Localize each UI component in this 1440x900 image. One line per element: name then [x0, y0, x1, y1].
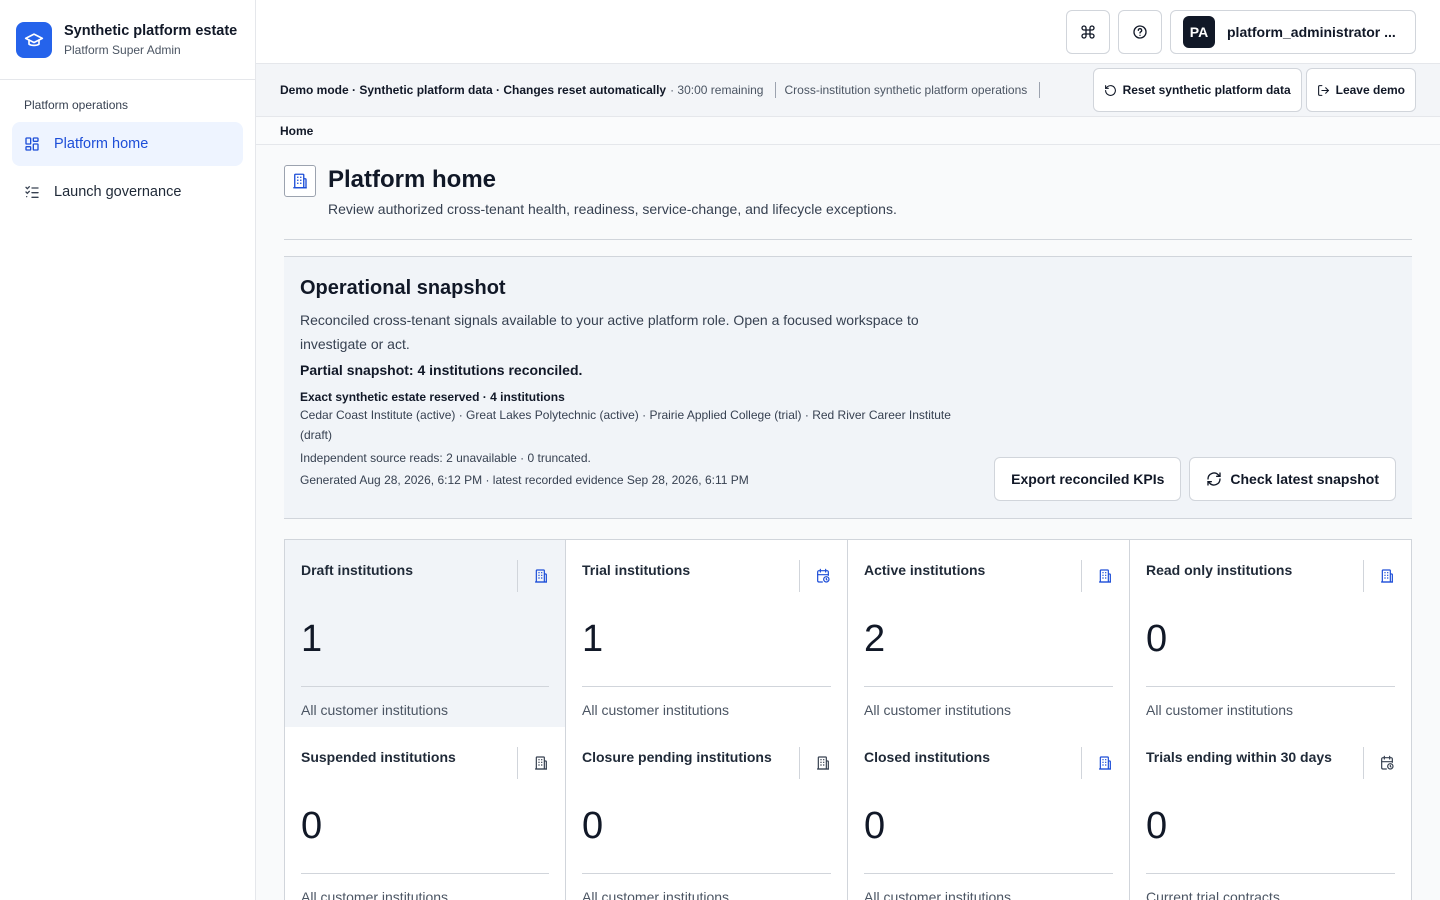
kpi-grid: Draft institutions 1 All customer instit… — [284, 539, 1412, 900]
kpi-value: 1 — [582, 618, 604, 660]
help-button[interactable] — [1118, 9, 1162, 54]
divider — [582, 873, 831, 874]
kpi-card[interactable]: Draft institutions 1 All customer instit… — [284, 540, 566, 727]
calendar-clock-icon — [799, 560, 831, 592]
refresh-icon — [1207, 472, 1222, 486]
kpi-value: 0 — [864, 805, 886, 847]
command-palette-button[interactable] — [1066, 9, 1110, 54]
kpi-value: 0 — [1146, 618, 1168, 660]
page-header: Platform home Review authorized cross-te… — [284, 145, 1412, 240]
kpi-scope: All customer institutions — [301, 889, 449, 900]
leave-label: Leave demo — [1335, 83, 1405, 97]
building-icon — [517, 747, 549, 779]
sidebar: Synthetic platform estate Platform Super… — [0, 0, 256, 900]
kpi-card[interactable]: Closure pending institutions 0 All custo… — [566, 727, 848, 900]
user-menu-button[interactable]: PA platform_administrator ... — [1170, 9, 1416, 54]
building-icon — [799, 747, 831, 779]
logout-icon — [1317, 84, 1329, 96]
page-subtitle: Review authorized cross-tenant health, r… — [328, 201, 897, 217]
page-title: Platform home — [328, 166, 497, 193]
divider — [775, 82, 777, 98]
building-icon — [284, 165, 316, 197]
kpi-value: 0 — [1146, 805, 1168, 847]
building-icon — [1081, 560, 1113, 592]
kpi-label: Trials ending within 30 days — [1146, 749, 1332, 765]
building-icon — [517, 560, 549, 592]
kpi-card[interactable]: Read only institutions 0 All customer in… — [1130, 540, 1412, 727]
avatar: PA — [1183, 15, 1215, 48]
kpi-label: Draft institutions — [301, 562, 413, 578]
breadcrumb: Home — [256, 117, 1440, 145]
reset-synthetic-data-button[interactable]: Reset synthetic platform data — [1092, 68, 1302, 112]
divider — [1039, 82, 1041, 98]
kpi-value: 2 — [864, 618, 886, 660]
kpi-card[interactable]: Active institutions 2 All customer insti… — [848, 540, 1130, 727]
kpi-label: Trial institutions — [582, 562, 691, 578]
main-content: Platform home Review authorized cross-te… — [256, 145, 1440, 900]
kpi-card[interactable]: Trial institutions 1 All customer instit… — [566, 540, 848, 727]
nav-section-label: Platform operations — [24, 98, 129, 112]
export-label: Export reconciled KPIs — [1011, 471, 1165, 487]
export-kpis-button[interactable]: Export reconciled KPIs — [994, 457, 1182, 501]
dashboard-grid-icon — [25, 137, 39, 151]
brand-header[interactable]: Synthetic platform estate Platform Super… — [0, 0, 255, 80]
divider — [301, 873, 549, 874]
help-circle-icon — [1133, 24, 1147, 39]
demo-remaining: · 30:00 remaining — [670, 83, 764, 97]
snapshot-exact-estate: Exact synthetic estate reserved · 4 inst… — [300, 390, 565, 404]
kpi-scope: All customer institutions — [864, 889, 1012, 900]
kpi-label: Closure pending institutions — [582, 749, 772, 765]
brand-title: Synthetic platform estate — [64, 23, 238, 39]
snapshot-partial-status: Partial snapshot: 4 institutions reconci… — [300, 362, 583, 378]
divider — [1146, 686, 1395, 687]
user-name: platform_administrator ... — [1227, 23, 1396, 40]
kpi-label: Suspended institutions — [301, 749, 456, 765]
kpi-card[interactable]: Suspended institutions 0 All customer in… — [284, 727, 566, 900]
sidebar-item-label: Platform home — [54, 136, 149, 152]
divider — [1146, 873, 1395, 874]
demo-scope: Cross-institution synthetic platform ope… — [784, 83, 1028, 97]
graduation-cap-icon — [16, 21, 52, 58]
kpi-value: 0 — [301, 805, 323, 847]
brand-subtitle: Platform Super Admin — [64, 43, 181, 57]
building-icon — [1363, 560, 1395, 592]
sidebar-item-launch-governance[interactable]: Launch governance — [12, 170, 243, 214]
kpi-scope: All customer institutions — [582, 889, 730, 900]
sidebar-item-platform-home[interactable]: Platform home — [12, 122, 243, 166]
breadcrumb-home[interactable]: Home — [280, 124, 313, 138]
divider — [582, 686, 831, 687]
calendar-clock-icon — [1363, 747, 1395, 779]
check-label: Check latest snapshot — [1230, 471, 1379, 487]
demo-message: Demo mode · Synthetic platform data · Ch… — [280, 83, 667, 97]
kpi-scope: Current trial contracts — [1146, 889, 1280, 900]
kpi-label: Read only institutions — [1146, 562, 1293, 578]
reset-label: Reset synthetic platform data — [1122, 83, 1291, 97]
kpi-value: 1 — [301, 618, 323, 660]
divider — [864, 873, 1113, 874]
divider — [864, 686, 1113, 687]
kpi-scope: All customer institutions — [301, 702, 449, 718]
checklist-icon — [25, 186, 39, 198]
kpi-scope: All customer institutions — [582, 702, 730, 718]
snapshot-title: Operational snapshot — [300, 277, 506, 299]
kpi-card[interactable]: Trials ending within 30 days 0 Current t… — [1130, 727, 1412, 900]
snapshot-description: Reconciled cross-tenant signals availabl… — [300, 312, 919, 352]
top-header: PA platform_administrator ... — [256, 0, 1440, 64]
kpi-scope: All customer institutions — [1146, 702, 1294, 718]
sidebar-item-label: Launch governance — [54, 184, 182, 200]
kpi-scope: All customer institutions — [864, 702, 1012, 718]
divider — [301, 686, 549, 687]
kpi-label: Closed institutions — [864, 749, 990, 765]
kpi-label: Active institutions — [864, 562, 986, 578]
kpi-value: 0 — [582, 805, 604, 847]
demo-banner: Demo mode · Synthetic platform data · Ch… — [256, 64, 1440, 117]
leave-demo-button[interactable]: Leave demo — [1305, 68, 1416, 112]
kpi-card[interactable]: Closed institutions 0 All customer insti… — [848, 727, 1130, 900]
building-icon — [1081, 747, 1113, 779]
check-latest-snapshot-button[interactable]: Check latest snapshot — [1189, 457, 1396, 501]
command-icon — [1081, 24, 1095, 39]
reset-icon — [1104, 84, 1116, 96]
snapshot-institution-list: Cedar Coast Institute (active) · Great L… — [300, 408, 951, 442]
operational-snapshot: Operational snapshot Reconciled cross-te… — [284, 256, 1412, 519]
